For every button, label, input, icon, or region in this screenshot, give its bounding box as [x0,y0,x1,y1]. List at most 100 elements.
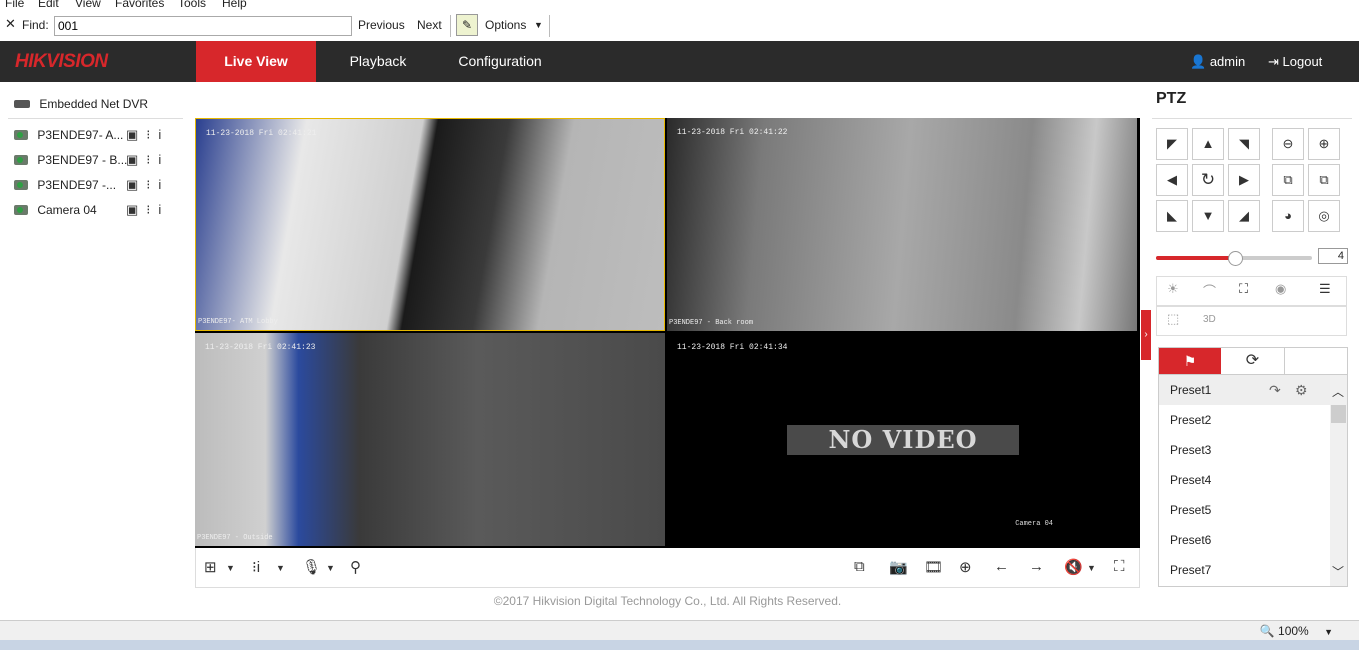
window-layout-icon[interactable]: ⊞ [204,558,217,576]
record-icon[interactable]: ▣ [126,127,146,142]
stream-type-icon[interactable]: ⁝i [252,558,260,576]
camera-tools: ▣⁝i [126,127,169,143]
preset-row[interactable]: Preset7 [1159,555,1331,585]
video-tile-3[interactable]: 11-23-2018 Fri 02:41:23 P3ENDE97 - Outsi… [195,333,665,546]
slider-knob[interactable] [1228,251,1243,266]
chevron-down-icon[interactable]: ▼ [226,563,235,573]
tab-live-view[interactable]: Live View [196,41,316,82]
video-tile-4[interactable]: 11-23-2018 Fri 02:41:34 NO VIDEO Camera … [667,333,1137,546]
menu-view[interactable]: View [75,0,101,10]
focus-near-icon[interactable]: ⧉ [1272,164,1304,196]
3d-positioning-icon[interactable]: 3D [1203,314,1216,325]
tab-configuration[interactable]: Configuration [446,41,554,82]
iris-close-icon[interactable]: ◕ [1272,200,1304,232]
tree-camera-1[interactable]: P3ENDE97- A... ▣⁝i [14,127,184,147]
ptz-up-button[interactable]: ▲ [1192,128,1224,160]
chevron-down-icon[interactable]: ▼ [1087,563,1096,573]
tab-playback[interactable]: Playback [330,41,426,82]
ptz-auto-pan-button[interactable]: ↻ [1192,164,1224,196]
preset-row[interactable]: Preset1 ↷ ⚙ [1159,375,1331,405]
device-tree: Embedded Net DVR P3ENDE97- A... ▣⁝i P3EN… [0,82,190,622]
camera-tools: ▣⁝i [126,202,169,218]
ptz-speed-slider[interactable] [1156,251,1312,266]
refresh-icon: ⟳ [1245,352,1260,369]
tree-root-dvr[interactable]: Embedded Net DVR [14,96,148,116]
volume-mute-icon[interactable]: 🔇 [1064,558,1083,576]
stream-type-icon[interactable]: ⁝i [146,152,169,167]
snapshot-icon[interactable]: 📷 [889,558,908,576]
menu-tools[interactable]: Tools [178,0,206,10]
microphone-icon[interactable]: 🎙 [302,558,321,576]
iris-open-icon[interactable]: ◎ [1308,200,1340,232]
manual-tracking-icon[interactable]: ⬚ [1167,311,1179,327]
logout-label: Logout [1282,54,1323,69]
find-options-button[interactable]: Options [485,18,526,32]
menu-help[interactable]: Help [222,0,247,10]
next-page-icon[interactable]: → [1029,558,1044,575]
zoom-in-icon[interactable]: ⊕ [1308,128,1340,160]
stream-type-icon[interactable]: ⁝i [146,177,169,192]
wiper-icon[interactable]: ⌒ [1203,281,1216,300]
auxiliary-focus-icon[interactable]: ⛶ [1239,281,1248,297]
preset-row[interactable]: Preset3 [1159,435,1331,465]
focus-far-icon[interactable]: ⧉ [1308,164,1340,196]
chevron-down-icon[interactable]: ▼ [326,563,335,573]
tree-camera-3[interactable]: P3ENDE97 -... ▣⁝i [14,177,184,197]
tree-camera-2[interactable]: P3ENDE97 - B... ▣⁝i [14,152,184,172]
record-icon[interactable]: 🎞 [924,558,943,576]
ptz-down-left-button[interactable]: ◣ [1156,200,1188,232]
chevron-down-icon[interactable]: ﹀ [1332,563,1344,580]
chevron-down-icon[interactable]: ▼ [534,20,543,30]
preset-scrollbar[interactable]: ︿ ﹀ [1330,375,1347,586]
preset-label: Preset5 [1170,503,1212,517]
preset-row[interactable]: Preset4 [1159,465,1331,495]
ptz-down-button[interactable]: ▼ [1192,200,1224,232]
collapse-panel-toggle[interactable]: › [1141,310,1151,360]
zoom-out-icon[interactable]: ⊖ [1272,128,1304,160]
osd-timestamp: 11-23-2018 Fri 02:41:21 [206,129,317,138]
ptz-right-button[interactable]: ▶ [1228,164,1260,196]
logout-button[interactable]: ⇥ Logout [1268,54,1322,70]
camera-label: P3ENDE97 - B... [37,152,128,167]
record-icon[interactable]: ▣ [126,202,146,217]
goto-preset-icon[interactable]: ↷ [1269,375,1281,405]
stop-all-icon[interactable]: ⧉ [854,558,865,575]
menu-icon[interactable]: ☰ [1319,281,1331,297]
stream-type-icon[interactable]: ⁝i [146,202,169,217]
find-input[interactable] [54,16,352,36]
preset-row[interactable]: Preset2 [1159,405,1331,435]
preset-row[interactable]: Preset5 [1159,495,1331,525]
tab-preset[interactable]: ⚑ [1159,348,1221,374]
menu-file[interactable]: File [5,0,24,10]
light-icon[interactable]: ☀ [1167,281,1179,297]
ptz-left-button[interactable]: ◀ [1156,164,1188,196]
zoom-level[interactable]: 🔍 100% ▼ [1260,624,1333,638]
close-find-icon[interactable]: ✕ [5,16,16,32]
gear-icon[interactable]: ⚙ [1295,375,1308,405]
intercom-icon[interactable]: ⚲ [350,558,361,576]
stream-type-icon[interactable]: ⁝i [146,127,169,142]
record-icon[interactable]: ▣ [126,177,146,192]
video-tile-1[interactable]: 11-23-2018 Fri 02:41:21 P3ENDE97- ATM Lo… [195,118,665,331]
video-tile-2[interactable]: 11-23-2018 Fri 02:41:22 P3ENDE97 - Back … [667,118,1137,331]
tab-patrol[interactable]: ⟳ [1221,348,1285,374]
record-icon[interactable]: ▣ [126,152,146,167]
chevron-up-icon[interactable]: ︿ [1332,383,1344,400]
ptz-up-left-button[interactable]: ◤ [1156,128,1188,160]
menu-favorites[interactable]: Favorites [115,0,164,10]
ptz-down-right-button[interactable]: ◢ [1228,200,1260,232]
preset-row[interactable]: Preset6 [1159,525,1331,555]
menu-edit[interactable]: Edit [38,0,59,10]
scroll-thumb[interactable] [1331,405,1346,423]
chevron-down-icon[interactable]: ▼ [276,563,285,573]
ptz-up-right-button[interactable]: ◥ [1228,128,1260,160]
user-menu[interactable]: 👤 admin [1190,54,1245,70]
lens-init-icon[interactable]: ◉ [1275,281,1286,297]
digital-zoom-icon[interactable]: ⊕ [959,558,972,576]
find-previous-button[interactable]: Previous [358,18,405,32]
fullscreen-icon[interactable]: ⛶ [1114,558,1125,575]
find-next-button[interactable]: Next [417,18,442,32]
highlight-icon[interactable]: ✎ [456,14,478,36]
tree-camera-4[interactable]: Camera 04 ▣⁝i [14,202,184,222]
prev-page-icon[interactable]: ← [994,558,1009,575]
